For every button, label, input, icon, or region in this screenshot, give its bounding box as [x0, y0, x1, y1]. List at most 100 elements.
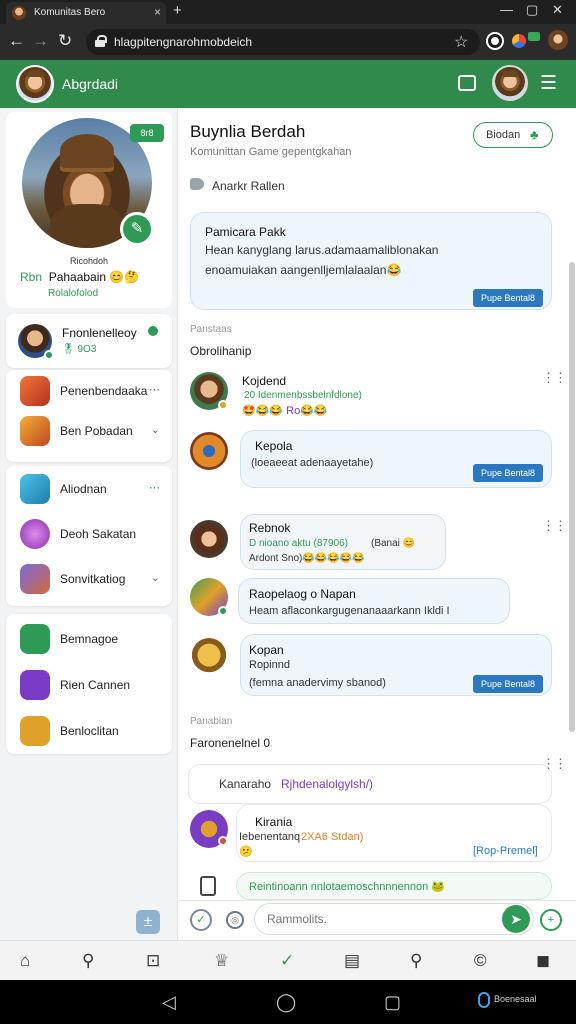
more-icon[interactable]: ⋯	[149, 481, 160, 494]
message-bubble[interactable]: Raopelaog o Napan Heam aflaconkargugenan…	[238, 578, 510, 624]
profile-stat: Rolalofolod	[48, 288, 99, 299]
thread-header[interactable]: Kanaraho Rjhdenalolgylsh/)	[188, 764, 552, 804]
thread-head-link[interactable]: Rjhdenalolgylsh/)	[281, 777, 373, 791]
megaphone-icon	[190, 178, 204, 190]
sidebar-item-sonvitkatiog[interactable]: Sonvitkatiog ⌄	[6, 558, 172, 602]
group-subtitle: Komunittan Game gepentgkahan	[190, 146, 352, 158]
url-text: hlagpitengnarohmobdeich	[114, 35, 253, 49]
system-recents-icon[interactable]: ▢	[384, 992, 401, 1013]
pinned-message[interactable]: Pamicara Pakk Hean kanyglang larus.adama…	[190, 212, 552, 310]
user-avatar[interactable]	[492, 65, 528, 101]
message-avatar[interactable]	[190, 638, 228, 676]
inbox-icon[interactable]	[458, 75, 476, 91]
home-icon[interactable]: ⌂	[20, 951, 30, 971]
thread-message[interactable]: Kirania Iebenentanq 2XA6 Stdan) 😕 [Rop-P…	[236, 804, 552, 862]
friend-card[interactable]: Fnonlenelleoy 🎖 9O3	[6, 314, 172, 368]
preview-message[interactable]: Reintinoann nnlotaemoschnnnennon 🐸	[236, 872, 552, 900]
sidebar-item-benloclitan[interactable]: Benloclitan	[6, 710, 172, 754]
sidebar-item-rien-cannen[interactable]: Rien Cannen	[6, 664, 172, 708]
more-options-icon[interactable]: ⋮⋮	[542, 371, 567, 384]
add-icon[interactable]: +	[540, 909, 562, 931]
edit-profile-icon[interactable]: ✎	[120, 212, 154, 246]
browser-profile-avatar[interactable]	[548, 30, 568, 50]
browser-toolbar: ← → ↻ hlagpitengnarohmobdeich ☆	[0, 24, 576, 60]
search-icon[interactable]: ⚲	[82, 951, 94, 971]
extension-icon[interactable]	[488, 34, 502, 48]
message-input[interactable]	[254, 903, 534, 935]
message-text: (loeaeeat adenaayetahe)	[251, 457, 374, 469]
back-icon[interactable]: ←	[8, 32, 25, 50]
message-author: Rebnok	[249, 521, 291, 535]
preview-text: Reintinoann nnlotaemoschnnnennon 🐸	[249, 881, 445, 893]
message-meta: D nioano aktu (87906)	[249, 538, 348, 549]
bookmark-star-icon[interactable]: ☆	[454, 32, 468, 52]
emoji-icon[interactable]: ◎	[226, 911, 244, 929]
extension-color-icon[interactable]	[512, 34, 526, 48]
copyright-icon[interactable]: ©	[474, 951, 487, 971]
message-reactions[interactable]: 🤩😂😂 Ro😂😂	[242, 404, 328, 417]
join-button[interactable]: Biodan ♣	[473, 122, 553, 148]
send-button[interactable]: ➤	[502, 905, 530, 933]
profile-name: Pahaabain	[48, 270, 107, 284]
minimize-icon[interactable]: —	[500, 2, 513, 17]
more-options-icon[interactable]: ⋮⋮	[542, 757, 567, 770]
address-bar[interactable]: hlagpitengnarohmobdeich ☆	[86, 29, 480, 55]
bottom-navigation: ⌂ ⚲ ⊡ ♕ ✓ ▤ ⚲ © ◼	[0, 940, 576, 980]
extension-green-icon[interactable]	[528, 32, 540, 41]
message-avatar[interactable]	[190, 432, 228, 470]
message-text: (Banai 😊	[371, 538, 416, 549]
close-tab-icon[interactable]: ×	[154, 5, 161, 19]
sidebar-item-deoh-sakatan[interactable]: Deoh Sakatan	[6, 513, 172, 557]
restore-icon[interactable]: ▢	[526, 2, 538, 18]
message-avatar[interactable]	[190, 520, 228, 558]
forward-icon[interactable]: →	[32, 32, 49, 50]
reload-icon[interactable]: ↻	[58, 32, 72, 50]
vine-icon[interactable]: ✓	[280, 951, 294, 971]
game-icon	[20, 670, 50, 700]
pinned-tag-badge[interactable]: Pupe Bental8	[473, 289, 543, 307]
message-bubble[interactable]: Rebnok D nioano aktu (87906) (Banai 😊 Ar…	[240, 514, 446, 570]
sidebar-item-aliodnan[interactable]: Aliodnan ⋯	[6, 468, 172, 512]
message-tag-badge[interactable]: Pupe Bental8	[473, 675, 543, 693]
clipboard-icon[interactable]	[200, 876, 216, 896]
more-options-icon[interactable]: ⋮⋮	[542, 519, 567, 532]
sidebar-action-button[interactable]: ±	[136, 910, 160, 934]
main-panel: Buynlia Berdah Komunittan Game gepentgka…	[178, 108, 576, 940]
message-bubble[interactable]: Kepola (loeaeeat adenaayetahe) Pupe Bent…	[240, 430, 552, 488]
message-author: Kopan	[249, 643, 284, 657]
key-icon[interactable]: ⚲	[410, 951, 422, 971]
system-back-icon[interactable]: ◁	[162, 992, 176, 1013]
game-icon	[20, 519, 50, 549]
badge-icon	[218, 400, 228, 410]
menu-icon[interactable]: ☰	[540, 72, 557, 95]
calendar-icon[interactable]: ⊡	[146, 951, 160, 971]
chat-icon[interactable]: ▤	[344, 951, 360, 971]
message-bubble[interactable]: Kopan Ropinnd (femna anadervimy sbanod) …	[240, 634, 552, 696]
friend-name: Fnonlenelleoy	[62, 326, 137, 340]
new-tab-icon[interactable]: +	[173, 2, 182, 19]
page-body: 8r8 ✎ Ricohdoh Rbn Pahaabain 😊🤔 Rolalofo…	[0, 108, 576, 940]
browser-tab[interactable]: Komunitas Bero ×	[6, 2, 166, 24]
sidebar-item-bemnagoe[interactable]: Bemnagoe	[6, 618, 172, 662]
game-icon	[20, 376, 50, 406]
message-tag-badge[interactable]: Pupe Bental8	[473, 464, 543, 482]
tab-title: Komunitas Bero	[34, 7, 106, 18]
check-icon[interactable]: ✓	[190, 909, 212, 931]
section-label: Panabian	[190, 716, 233, 727]
header-avatar[interactable]	[16, 65, 54, 103]
system-home-icon[interactable]: ◯	[276, 992, 296, 1013]
scrollbar[interactable]	[569, 262, 575, 732]
sidebar-item-ben-pobadan[interactable]: Ben Pobadan ⌄	[6, 410, 172, 454]
thread-text: Iebenentanq	[239, 831, 301, 843]
chevron-down-icon[interactable]: ⌄	[151, 571, 160, 584]
pinned-title: Pamicara Pakk	[205, 225, 286, 239]
profile-name-prefix: Rbn	[20, 270, 43, 284]
bell-icon[interactable]: ♕	[214, 951, 229, 971]
window-close-icon[interactable]: ✕	[552, 2, 563, 18]
profile-name-line: Rbn Pahaabain 😊🤔	[20, 270, 139, 284]
thread-link[interactable]: [Rop-Premel]	[473, 845, 538, 857]
sidebar-item-penenbendaaka[interactable]: Penenbendaaka ⋯	[6, 370, 172, 414]
chevron-down-icon[interactable]: ⌄	[151, 423, 160, 436]
more-icon[interactable]: ⋯	[149, 383, 160, 396]
bookmark-icon[interactable]: ◼	[536, 951, 550, 971]
